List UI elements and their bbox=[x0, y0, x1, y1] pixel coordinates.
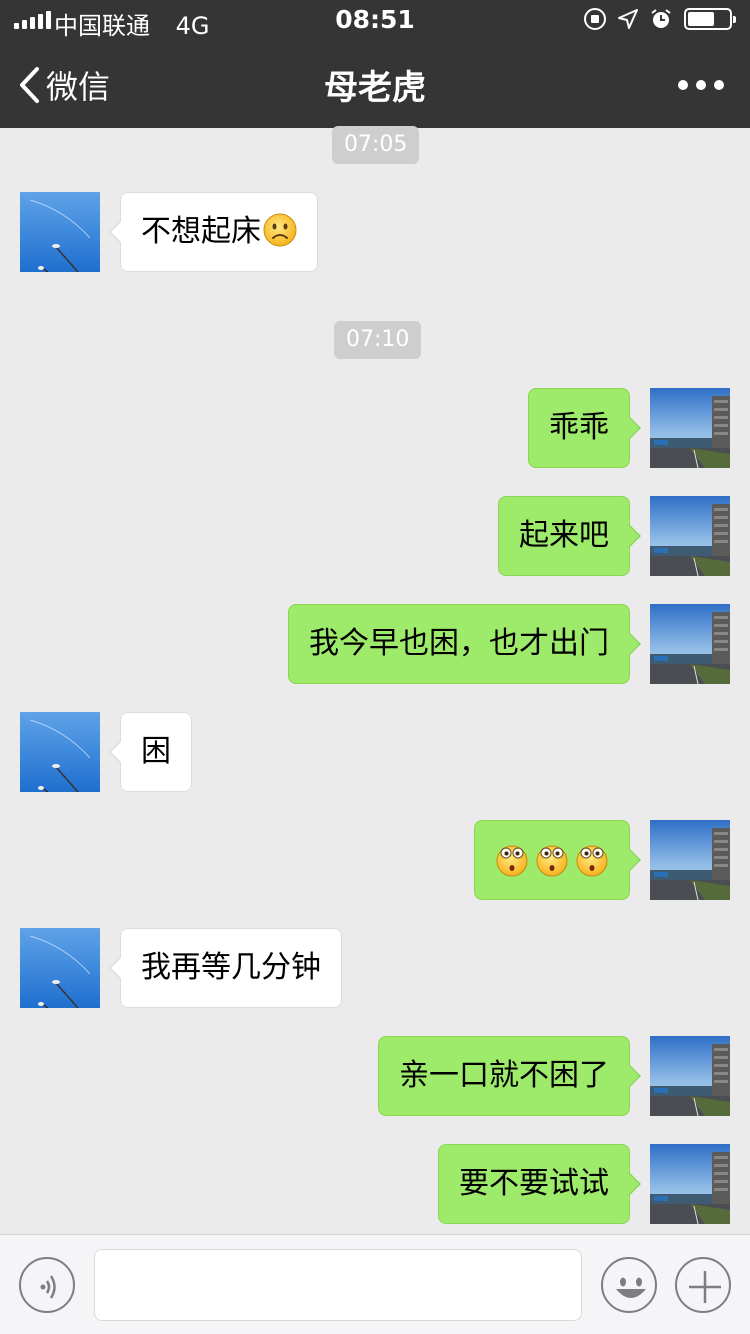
emoji-group bbox=[495, 821, 609, 899]
timestamp: 07:05 bbox=[332, 126, 420, 164]
battery-icon bbox=[684, 8, 736, 30]
message-incoming: 我再等几分钟 bbox=[0, 928, 750, 1008]
smiley-icon bbox=[616, 1277, 646, 1298]
shocked-emoji-icon bbox=[495, 843, 529, 877]
contact-avatar[interactable] bbox=[20, 192, 100, 272]
message-outgoing bbox=[0, 820, 750, 900]
shocked-emoji-icon bbox=[535, 843, 569, 877]
message-bubble[interactable]: 要不要试试 bbox=[438, 1144, 641, 1224]
rotation-lock-icon bbox=[584, 8, 606, 30]
message-bubble[interactable]: 不想起床 bbox=[109, 192, 318, 272]
message-incoming: 困 bbox=[0, 712, 750, 792]
my-avatar[interactable] bbox=[650, 496, 730, 576]
message-incoming: 不想起床 bbox=[0, 192, 750, 272]
contact-avatar[interactable] bbox=[20, 928, 100, 1008]
message-bubble[interactable] bbox=[474, 820, 641, 900]
voice-button[interactable] bbox=[19, 1257, 75, 1313]
message-text: 要不要试试 bbox=[459, 1166, 609, 1201]
message-text: 我再等几分钟 bbox=[141, 950, 321, 985]
my-avatar[interactable] bbox=[650, 1144, 730, 1224]
message-bubble[interactable]: 乖乖 bbox=[528, 388, 641, 468]
nav-bar: 微信 母老虎 bbox=[0, 40, 750, 128]
frown-emoji-icon bbox=[263, 213, 297, 247]
message-text: 不想起床 bbox=[141, 214, 261, 249]
timestamp: 07:10 bbox=[334, 321, 422, 359]
input-bar bbox=[0, 1234, 750, 1334]
location-icon bbox=[618, 9, 638, 29]
message-bubble[interactable]: 我再等几分钟 bbox=[109, 928, 342, 1008]
message-input[interactable] bbox=[94, 1249, 582, 1321]
chat-area[interactable]: 07:05 不想起床 07:10 乖乖 起来吧 我今早也困，也才出门 困 我再等… bbox=[0, 126, 750, 1234]
chat-title: 母老虎 bbox=[324, 68, 426, 108]
shocked-emoji-icon bbox=[575, 843, 609, 877]
plus-icon bbox=[689, 1271, 721, 1303]
my-avatar[interactable] bbox=[650, 604, 730, 684]
message-text: 起来吧 bbox=[519, 518, 609, 553]
my-avatar[interactable] bbox=[650, 388, 730, 468]
voice-icon bbox=[40, 1275, 56, 1299]
status-icons bbox=[584, 8, 736, 30]
add-button[interactable] bbox=[675, 1257, 731, 1313]
emoji-button[interactable] bbox=[601, 1257, 657, 1313]
message-bubble[interactable]: 亲一口就不困了 bbox=[378, 1036, 641, 1116]
message-text: 亲一口就不困了 bbox=[399, 1058, 609, 1093]
contact-avatar[interactable] bbox=[20, 712, 100, 792]
my-avatar[interactable] bbox=[650, 820, 730, 900]
top-bar: 中国联通 4G 08:51 微信 母老虎 bbox=[0, 0, 750, 128]
message-text: 乖乖 bbox=[549, 410, 609, 445]
more-dots-icon[interactable] bbox=[678, 80, 724, 90]
message-bubble[interactable]: 我今早也困，也才出门 bbox=[288, 604, 641, 684]
my-avatar[interactable] bbox=[650, 1036, 730, 1116]
message-outgoing: 亲一口就不困了 bbox=[0, 1036, 750, 1116]
status-bar: 中国联通 4G 08:51 bbox=[0, 0, 750, 40]
message-outgoing: 我今早也困，也才出门 bbox=[0, 604, 750, 684]
message-outgoing: 乖乖 bbox=[0, 388, 750, 468]
message-outgoing: 起来吧 bbox=[0, 496, 750, 576]
message-text: 我今早也困，也才出门 bbox=[309, 626, 609, 661]
message-bubble[interactable]: 困 bbox=[109, 712, 192, 792]
message-outgoing: 要不要试试 bbox=[0, 1144, 750, 1224]
message-text: 困 bbox=[141, 734, 171, 769]
alarm-icon bbox=[650, 8, 672, 30]
message-bubble[interactable]: 起来吧 bbox=[498, 496, 641, 576]
